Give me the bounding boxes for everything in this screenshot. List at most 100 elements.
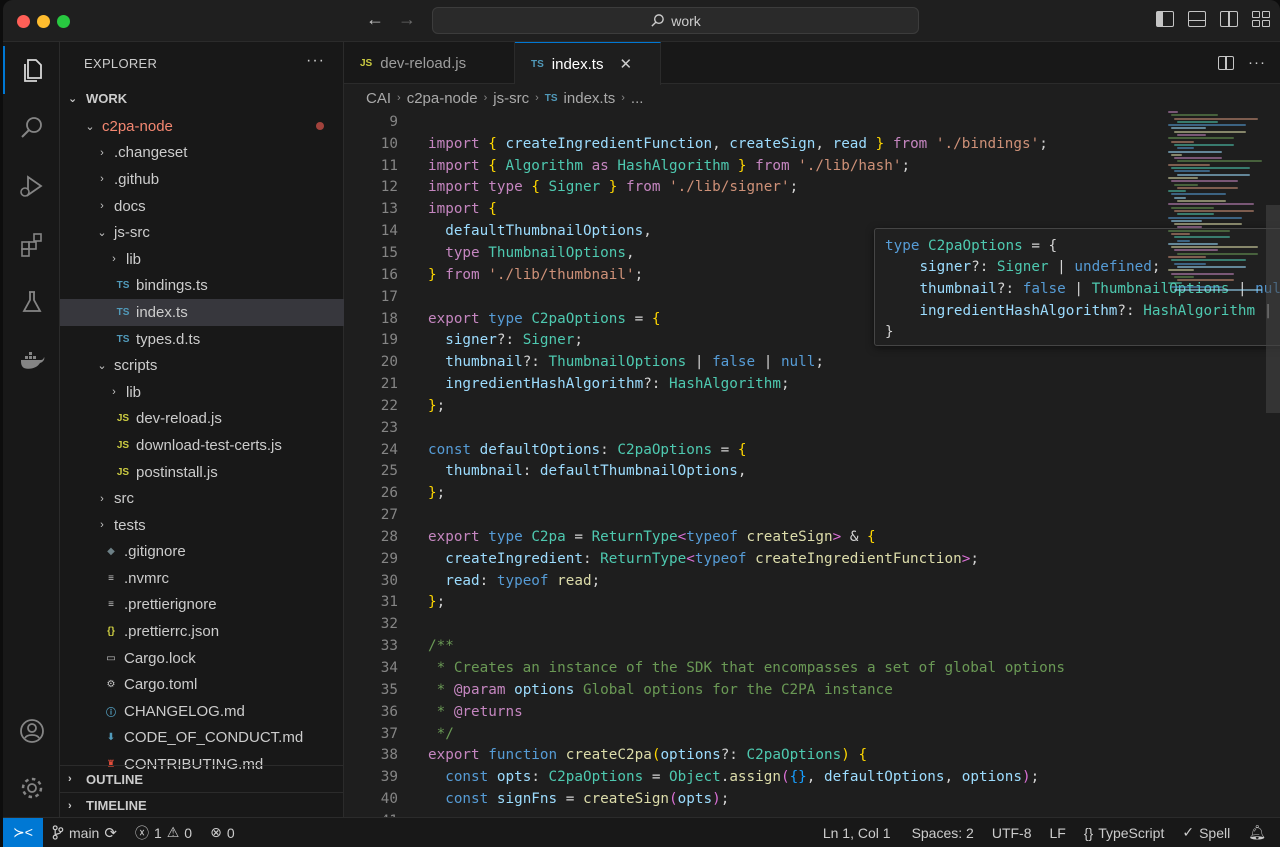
- language-mode[interactable]: {} TypeScript: [1075, 825, 1174, 841]
- workspace-section-header[interactable]: ⌄ WORK: [60, 85, 343, 111]
- toggle-panel-icon[interactable]: [1188, 11, 1206, 27]
- tree-item[interactable]: › docs: [60, 193, 344, 220]
- docker-icon[interactable]: [3, 336, 60, 384]
- breadcrumb-item[interactable]: CAI: [366, 90, 391, 107]
- tree-item[interactable]: JS dev-reload.js: [60, 406, 344, 433]
- branch-indicator[interactable]: main ⟳: [43, 824, 126, 842]
- tab-index-ts[interactable]: TS index.ts ✕: [515, 42, 661, 85]
- code-line[interactable]: 33 /**: [344, 635, 1164, 657]
- vertical-scrollbar[interactable]: [1266, 205, 1280, 413]
- end-of-line[interactable]: LF: [1041, 825, 1075, 841]
- tree-item[interactable]: › .github: [60, 166, 344, 193]
- sync-icon[interactable]: ⟳: [104, 824, 117, 842]
- search-icon[interactable]: [3, 104, 60, 152]
- tree-item[interactable]: ◆ .gitignore: [60, 539, 344, 566]
- more-actions-icon[interactable]: ···: [306, 52, 325, 70]
- close-window-button[interactable]: [17, 15, 30, 28]
- code-line[interactable]: 21 ingredientHashAlgorithm?: HashAlgorit…: [344, 373, 1164, 395]
- code-line[interactable]: 9: [344, 111, 1164, 133]
- code-line[interactable]: 38 export function createC2pa(options?: C…: [344, 744, 1164, 766]
- outline-section-header[interactable]: › OUTLINE: [60, 766, 344, 792]
- code-line[interactable]: 27: [344, 504, 1164, 526]
- code-line[interactable]: 28 export type C2pa = ReturnType<typeof c…: [344, 526, 1164, 548]
- tree-item[interactable]: ⬇ CODE_OF_CONDUCT.md: [60, 725, 344, 752]
- code-line[interactable]: 41: [344, 810, 1164, 817]
- minimize-window-button[interactable]: [37, 15, 50, 28]
- tree-item[interactable]: ⚙ Cargo.toml: [60, 671, 344, 698]
- tree-item[interactable]: › src: [60, 485, 344, 512]
- zoom-window-button[interactable]: [57, 15, 70, 28]
- run-debug-icon[interactable]: [3, 162, 60, 210]
- code-line[interactable]: 37 */: [344, 723, 1164, 745]
- code-editor[interactable]: 9 10 import { createIngredientFunction, cr…: [344, 111, 1164, 817]
- tree-item[interactable]: ⌄ c2pa-node: [60, 113, 344, 140]
- encoding[interactable]: UTF-8: [983, 825, 1041, 841]
- tree-item[interactable]: ⓘ CHANGELOG.md: [60, 698, 344, 725]
- code-line[interactable]: 32: [344, 613, 1164, 635]
- remote-indicator-icon[interactable]: ≻<: [3, 818, 43, 847]
- tree-item[interactable]: › lib: [60, 379, 344, 406]
- code-line[interactable]: 34 * Creates an instance of the SDK that…: [344, 657, 1164, 679]
- code-line[interactable]: 13 import {: [344, 198, 1164, 220]
- tree-item[interactable]: › lib: [60, 246, 344, 273]
- tree-item[interactable]: › tests: [60, 512, 344, 539]
- spell-check[interactable]: ✓ Spell: [1173, 824, 1239, 841]
- command-center-search[interactable]: work: [432, 7, 919, 34]
- code-line[interactable]: 22};: [344, 395, 1164, 417]
- code-line[interactable]: 35 * @param options Global options for t…: [344, 679, 1164, 701]
- testing-icon[interactable]: [3, 278, 60, 326]
- breadcrumb-item[interactable]: index.ts: [564, 90, 616, 107]
- code-line[interactable]: 30 read: typeof read;: [344, 570, 1164, 592]
- cursor-position[interactable]: Ln 1, Col 1: [814, 825, 900, 841]
- code-line[interactable]: 26};: [344, 482, 1164, 504]
- tree-item[interactable]: ▭ Cargo.lock: [60, 645, 344, 672]
- ports-indicator[interactable]: ⊗ 0: [201, 824, 244, 841]
- indentation[interactable]: Spaces: 2: [900, 825, 983, 841]
- tree-item[interactable]: ≡ .prettierignore: [60, 592, 344, 619]
- settings-gear-icon[interactable]: [3, 764, 60, 812]
- tab-dev-reload[interactable]: JS dev-reload.js: [344, 42, 515, 84]
- tree-item[interactable]: TS types.d.ts: [60, 326, 344, 353]
- minimap-line: [1171, 206, 1214, 209]
- code-line[interactable]: 23: [344, 417, 1164, 439]
- split-editor-icon[interactable]: [1218, 55, 1234, 70]
- accounts-icon[interactable]: [3, 707, 60, 755]
- more-actions-icon[interactable]: ···: [1248, 54, 1266, 71]
- code-line[interactable]: 36 * @returns: [344, 701, 1164, 723]
- breadcrumb-item[interactable]: c2pa-node: [407, 90, 478, 107]
- explorer-icon[interactable]: [3, 46, 60, 94]
- toggle-secondary-sidebar-icon[interactable]: [1220, 11, 1238, 27]
- tree-item[interactable]: ≡ .nvmrc: [60, 565, 344, 592]
- breadcrumb-item[interactable]: ...: [631, 90, 644, 107]
- timeline-section-header[interactable]: › TIMELINE: [60, 792, 344, 818]
- code-line[interactable]: 24 const defaultOptions: C2paOptions = {: [344, 439, 1164, 461]
- code-line[interactable]: 20 thumbnail?: ThumbnailOptions | false …: [344, 351, 1164, 373]
- extensions-icon[interactable]: [3, 220, 60, 268]
- minimap[interactable]: [1168, 111, 1264, 311]
- close-icon[interactable]: ✕: [619, 55, 632, 73]
- minimap-line: [1168, 229, 1230, 232]
- code-line[interactable]: 40 const signFns = createSign(opts);: [344, 788, 1164, 810]
- code-line[interactable]: 29 createIngredient: ReturnType<typeof c…: [344, 548, 1164, 570]
- tree-item[interactable]: TS index.ts: [60, 299, 344, 326]
- customize-layout-icon[interactable]: [1252, 11, 1270, 27]
- code-line[interactable]: 39 const opts: C2paOptions = Object.assi…: [344, 766, 1164, 788]
- tree-item[interactable]: ⌄ js-src: [60, 219, 344, 246]
- toggle-primary-sidebar-icon[interactable]: [1156, 11, 1174, 27]
- arrow-left-icon[interactable]: ←: [366, 9, 384, 30]
- arrow-right-icon[interactable]: →: [398, 9, 416, 30]
- notifications-bell-icon[interactable]: 🔔︎: [1239, 824, 1280, 841]
- breadcrumb-item[interactable]: js-src: [493, 90, 529, 107]
- tree-item[interactable]: JS postinstall.js: [60, 459, 344, 486]
- tree-item[interactable]: {} .prettierrc.json: [60, 618, 344, 645]
- tree-item[interactable]: TS bindings.ts: [60, 273, 344, 300]
- tree-item[interactable]: JS download-test-certs.js: [60, 432, 344, 459]
- code-line[interactable]: 10 import { createIngredientFunction, cre…: [344, 133, 1164, 155]
- code-line[interactable]: 25 thumbnail: defaultThumbnailOptions,: [344, 461, 1164, 483]
- code-line[interactable]: 11 import { Algorithm as HashAlgorithm } …: [344, 155, 1164, 177]
- problems-indicator[interactable]: ⓧ 1 ⚠ 0: [126, 823, 201, 843]
- code-line[interactable]: 31};: [344, 592, 1164, 614]
- code-line[interactable]: 12 import type { Signer } from './lib/sig…: [344, 177, 1164, 199]
- tree-item[interactable]: › .changeset: [60, 140, 344, 167]
- tree-item[interactable]: ⌄ scripts: [60, 352, 344, 379]
